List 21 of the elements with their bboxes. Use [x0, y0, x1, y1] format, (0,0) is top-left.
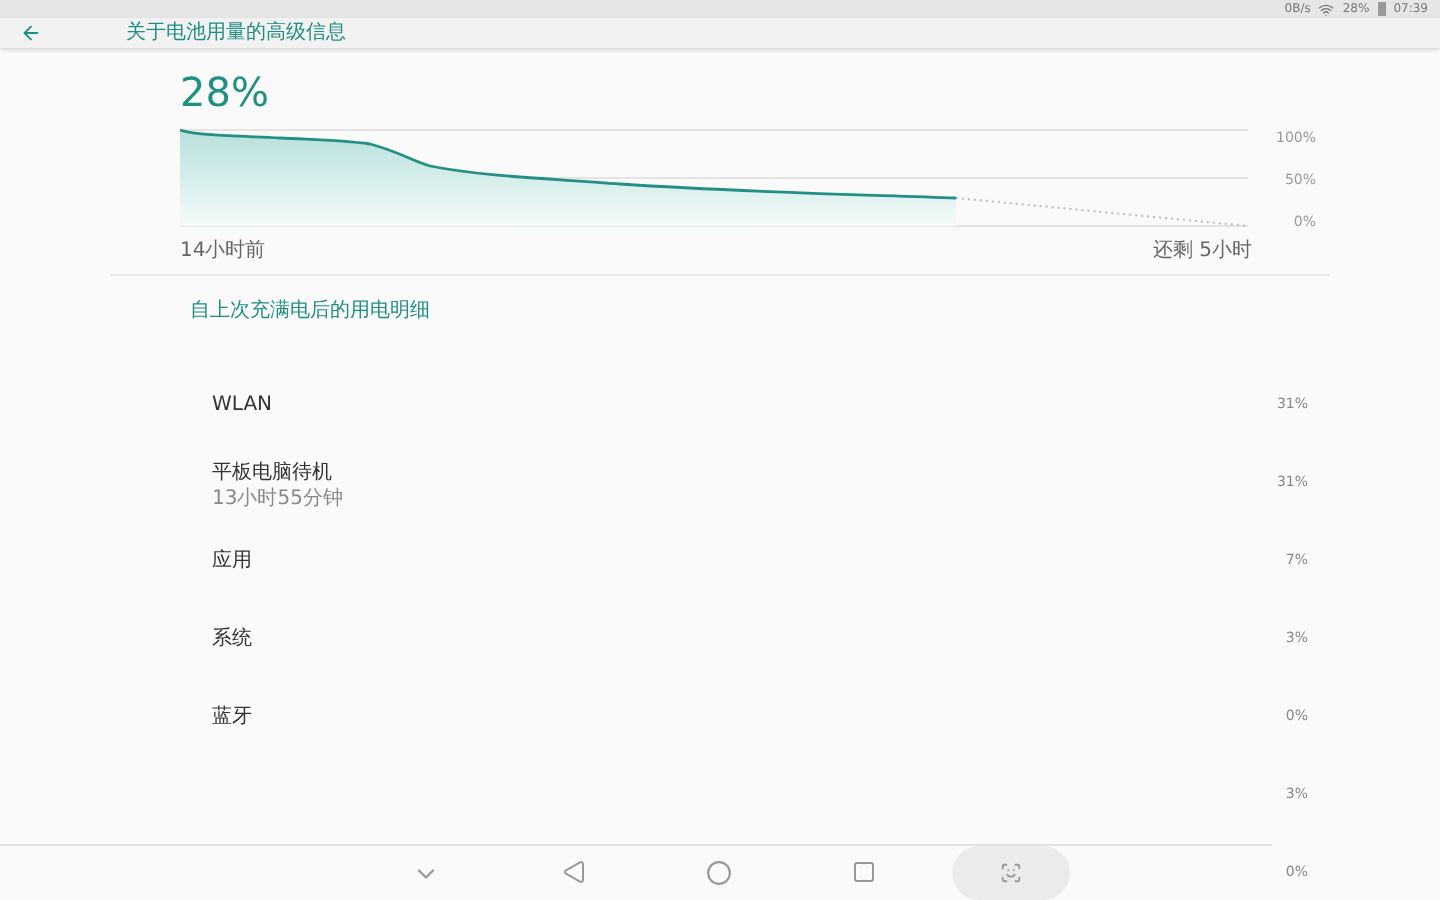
- back-arrow-icon: [19, 22, 41, 44]
- wifi-icon: [1318, 1, 1335, 17]
- battery-level: 28%: [180, 68, 271, 116]
- back-nav-button[interactable]: [562, 860, 586, 884]
- recents-button[interactable]: [852, 860, 876, 884]
- scan-icon: [1000, 862, 1022, 884]
- item-label: 蓝牙: [212, 703, 254, 732]
- section-header: 自上次充满电后的用电明细: [188, 297, 432, 326]
- back-icon: [562, 860, 586, 884]
- item-label: 平板电脑待机: [212, 459, 334, 487]
- item-label: 应用: [212, 547, 254, 576]
- item-label: WLAN: [212, 392, 275, 420]
- home-button[interactable]: [706, 860, 732, 886]
- recents-icon: [852, 860, 876, 884]
- home-icon: [706, 860, 732, 886]
- item-detail: 13小时55分钟: [212, 487, 345, 509]
- graph-start-label: 14小时前: [180, 237, 266, 266]
- item-label: 系统: [212, 625, 254, 654]
- page-title: 关于电池用量的高级信息: [126, 19, 346, 48]
- battery-icon: [1377, 2, 1386, 16]
- remaining-time: 还剩 5小时: [1152, 237, 1252, 266]
